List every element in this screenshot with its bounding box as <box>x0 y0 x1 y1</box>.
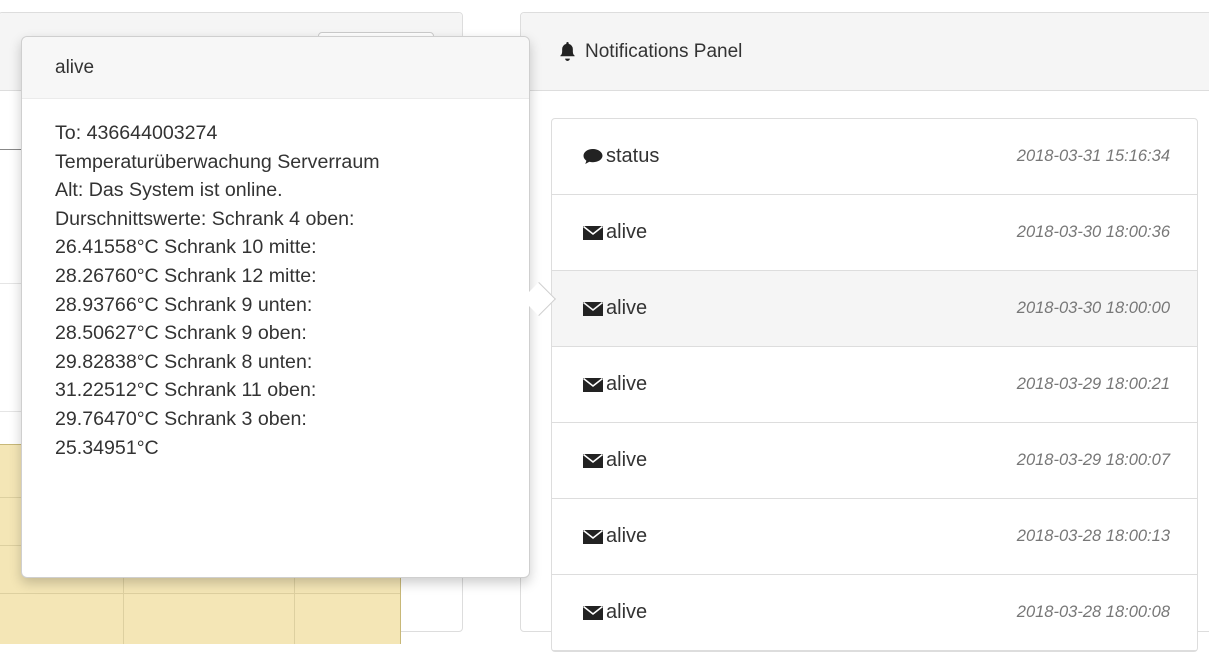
notification-item[interactable]: alive 2018-03-29 18:00:07 <box>552 423 1197 499</box>
notification-label: alive <box>606 601 648 623</box>
chart-gridline <box>0 593 400 594</box>
popover-line: 28.93766°C Schrank 9 unten: <box>55 293 313 316</box>
envelope-icon <box>583 225 603 240</box>
notification-timestamp: 2018-03-31 15:16:34 <box>1016 147 1170 165</box>
envelope-icon <box>583 529 603 544</box>
popover-line: 31.22512°C Schrank 11 oben: <box>55 379 317 402</box>
envelope-icon <box>583 453 603 468</box>
bell-icon <box>560 42 575 61</box>
popover-line: Alt: Das System ist online. <box>55 179 283 202</box>
envelope-icon <box>583 301 603 316</box>
notification-timestamp: 2018-03-28 18:00:08 <box>1016 603 1170 621</box>
popover-content: To: 436644003274 Temperaturüberwachung S… <box>22 99 529 462</box>
notification-label: alive <box>606 449 648 471</box>
popover-line: 29.82838°C Schrank 8 unten: <box>55 350 313 373</box>
notification-item[interactable]: status 2018-03-31 15:16:34 <box>552 119 1197 195</box>
notification-item[interactable]: alive 2018-03-28 18:00:13 <box>552 499 1197 575</box>
popover-line: Temperaturüberwachung Serverraum <box>55 150 380 173</box>
notification-label: alive <box>606 373 648 395</box>
notification-timestamp: 2018-03-30 18:00:00 <box>1016 299 1170 317</box>
notifications-panel-heading: Notifications Panel <box>521 13 1209 91</box>
notification-label-wrap: alive <box>582 525 647 548</box>
notification-item[interactable]: alive 2018-03-29 18:00:21 <box>552 347 1197 423</box>
notification-popover: alive To: 436644003274 Temperaturüberwac… <box>21 36 556 578</box>
notification-label-wrap: status <box>582 145 659 168</box>
popover-line: To: 436644003274 <box>55 122 218 144</box>
popover-line: 28.26760°C Schrank 12 mitte: <box>55 264 317 287</box>
notification-label: alive <box>606 525 648 547</box>
popover-title: alive <box>22 37 529 99</box>
popover-line: 26.41558°C Schrank 10 mitte: <box>55 236 317 259</box>
notification-label-wrap: alive <box>582 221 647 244</box>
notifications-panel-title: Notifications Panel <box>585 40 743 62</box>
popover-line: Durschnittswerte: Schrank 4 oben: <box>55 207 355 230</box>
notification-label: status <box>606 145 660 167</box>
notification-timestamp: 2018-03-29 18:00:07 <box>1016 451 1170 469</box>
notification-label: alive <box>606 221 648 243</box>
popover-line: 28.50627°C Schrank 9 oben: <box>55 322 307 345</box>
notification-label: alive <box>606 297 648 319</box>
notification-timestamp: 2018-03-28 18:00:13 <box>1016 527 1170 545</box>
comment-icon <box>583 149 603 164</box>
popover-line: 25.34951°C <box>55 436 159 459</box>
notification-item[interactable]: alive 2018-03-30 18:00:36 <box>552 195 1197 271</box>
popover-line: 29.76470°C Schrank 3 oben: <box>55 407 307 430</box>
notification-item[interactable]: alive 2018-03-28 18:00:08 <box>552 575 1197 651</box>
notification-label-wrap: alive <box>582 297 647 320</box>
notification-timestamp: 2018-03-29 18:00:21 <box>1016 375 1170 393</box>
envelope-icon <box>583 605 603 620</box>
envelope-icon <box>583 377 603 392</box>
notification-label-wrap: alive <box>582 601 647 624</box>
notification-item-active[interactable]: alive 2018-03-30 18:00:00 <box>552 271 1197 347</box>
notification-label-wrap: alive <box>582 373 647 396</box>
notification-label-wrap: alive <box>582 449 647 472</box>
notification-timestamp: 2018-03-30 18:00:36 <box>1016 223 1170 241</box>
notifications-panel: Notifications Panel status 2018-03-31 15… <box>520 12 1209 652</box>
notification-list: status 2018-03-31 15:16:34 alive 2018-03… <box>551 118 1198 652</box>
left-panel-axis-tick <box>0 149 21 150</box>
